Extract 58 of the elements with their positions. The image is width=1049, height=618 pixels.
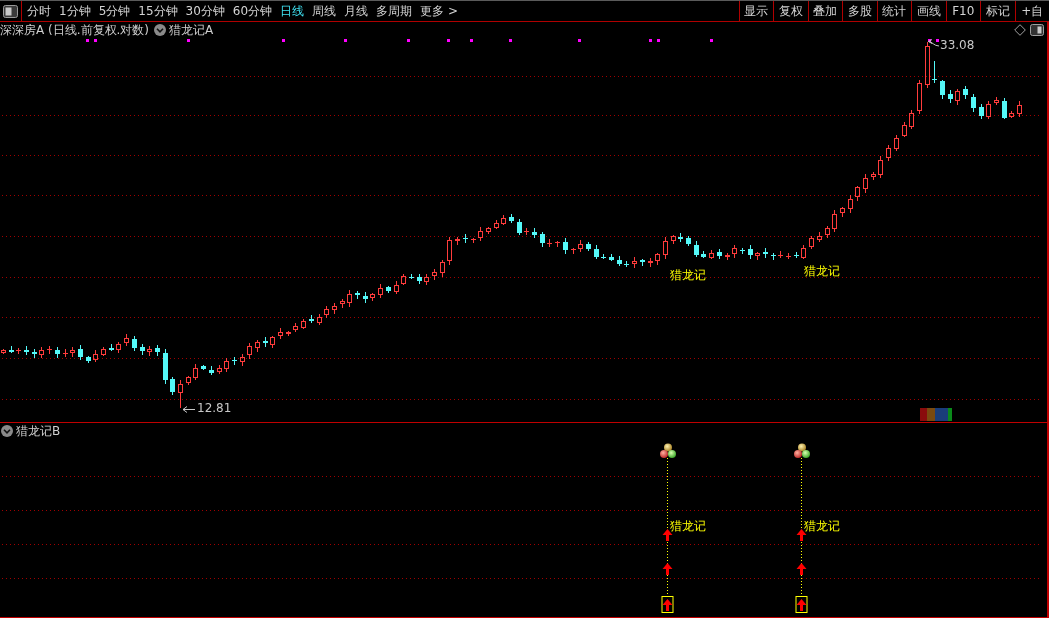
signal-label: 猎龙记	[669, 519, 706, 533]
toolbar-button[interactable]: 画线	[911, 1, 946, 21]
signal-label: 猎龙记	[803, 519, 840, 533]
up-arrow-icon	[796, 563, 807, 575]
period-tab[interactable]: 60分钟	[228, 1, 277, 21]
toolbar-button[interactable]: 标记	[980, 1, 1015, 21]
event-marker-icon[interactable]	[649, 39, 652, 42]
event-marker-icon[interactable]	[282, 39, 285, 42]
event-marker-icon[interactable]	[657, 39, 660, 42]
period-tab[interactable]: 1分钟	[55, 1, 95, 21]
panel-toggle-icon[interactable]	[3, 4, 18, 18]
event-marker-icon[interactable]	[344, 39, 347, 42]
low-price-label: 12.81	[197, 401, 232, 415]
period-tab[interactable]: 月线	[340, 1, 373, 21]
low-pointer-arrow	[182, 406, 196, 413]
event-badge-icon[interactable]	[920, 408, 952, 421]
signal-label: 猎龙记	[669, 268, 706, 282]
period-tab[interactable]: 5分钟	[94, 1, 135, 21]
event-marker-icon[interactable]	[447, 39, 450, 42]
toolbar-button[interactable]: 复权	[773, 1, 808, 21]
diamond-icon[interactable]	[1014, 24, 1026, 36]
event-marker-icon[interactable]	[509, 39, 512, 42]
period-tab[interactable]: 30分钟	[181, 1, 229, 21]
security-title: 深深房A (日线.前复权.对数)	[0, 21, 149, 39]
event-marker-icon[interactable]	[187, 39, 190, 42]
period-tab[interactable]: 周线	[308, 1, 341, 21]
indicator-name[interactable]: 猎龙记A	[169, 21, 214, 39]
high-price-label: 33.08	[940, 38, 975, 52]
toolbar-button[interactable]: F10	[945, 1, 980, 21]
boxed-up-arrow-icon	[661, 596, 674, 613]
ball-cluster-icon	[660, 443, 676, 458]
event-marker-icon[interactable]	[578, 39, 581, 42]
toolbar-button[interactable]: +自	[1014, 1, 1049, 21]
more-menu-button[interactable]: 更多 >	[416, 1, 462, 21]
event-marker-icon[interactable]	[470, 39, 473, 42]
toolbar-button[interactable]: 叠加	[807, 1, 842, 21]
dropdown-icon[interactable]	[154, 24, 166, 36]
period-tab[interactable]: 分时	[23, 1, 55, 21]
event-marker-icon[interactable]	[86, 39, 89, 42]
panel-toggle-icon[interactable]	[1030, 24, 1044, 36]
period-tab[interactable]: 多周期	[372, 1, 417, 21]
event-marker-icon[interactable]	[936, 39, 939, 42]
high-pointer-arrow	[928, 39, 940, 47]
toolbar-button[interactable]: 统计	[876, 1, 911, 21]
event-marker-icon[interactable]	[928, 39, 931, 42]
event-marker-icon[interactable]	[710, 39, 713, 42]
signal-label: 猎龙记	[803, 264, 840, 278]
event-marker-icon[interactable]	[407, 39, 410, 42]
event-marker-icon[interactable]	[94, 39, 97, 42]
period-tab[interactable]: 日线	[276, 1, 309, 21]
period-tab[interactable]: 15分钟	[134, 1, 182, 21]
ball-cluster-icon	[794, 443, 810, 458]
indicator-name[interactable]: 猎龙记B	[16, 422, 61, 440]
dropdown-icon[interactable]	[1, 425, 13, 437]
toolbar-button[interactable]: 显示	[738, 1, 773, 21]
toolbar-button[interactable]: 多股	[842, 1, 877, 21]
boxed-up-arrow-icon	[795, 596, 808, 613]
up-arrow-icon	[662, 563, 673, 575]
